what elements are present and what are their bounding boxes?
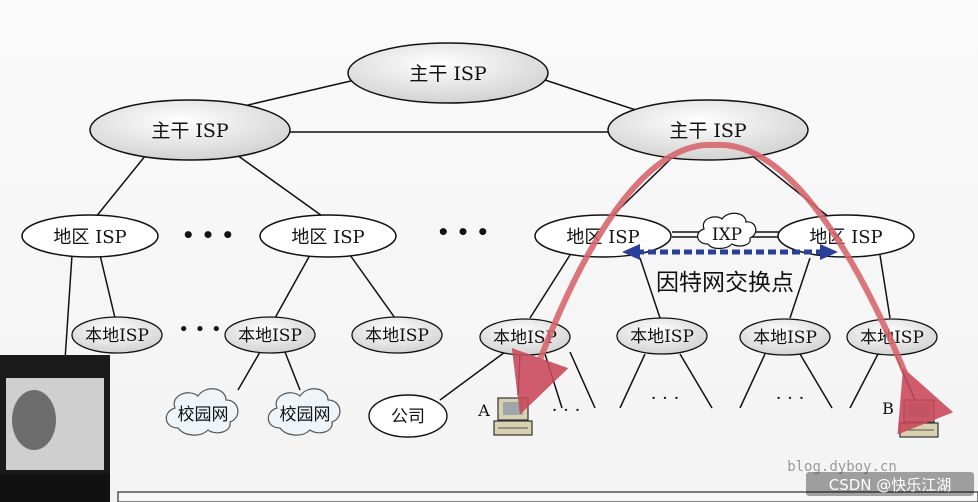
backbone-isp-right: 主干 ISP (607, 99, 809, 161)
campus-network-label: 校园网 (280, 405, 331, 425)
campus-network-label: 校园网 (178, 405, 229, 425)
ellipsis: • • • (437, 220, 489, 244)
host-a-computer-icon (493, 397, 533, 436)
host-b-label: B (882, 399, 894, 418)
diagram-canvas: 主干 ISP 主干 ISP 主干 ISP 地区 ISP 地区 ISP 地区 IS… (0, 42, 978, 502)
backbone-isp-label: 主干 ISP (409, 63, 487, 85)
local-isp-6: 本地ISP (739, 318, 831, 356)
local-isp-label: 本地ISP (630, 327, 694, 347)
isp-hierarchy-diagram: 主干 ISP 主干 ISP 主干 ISP 地区 ISP 地区 ISP 地区 IS… (0, 0, 978, 502)
host-b-computer-icon (899, 399, 939, 438)
regional-isp-label: 地区 ISP (53, 227, 126, 248)
local-isp-1: 本地ISP (71, 316, 163, 354)
local-isp-5: 本地ISP (616, 317, 708, 355)
ellipsis: • • • (182, 223, 234, 247)
local-isp-label: 本地ISP (85, 326, 149, 346)
regional-isp-1: 地区 ISP (21, 214, 159, 258)
backbone-isp-label: 主干 ISP (151, 120, 229, 142)
backbone-isp-label: 主干 ISP (669, 120, 747, 142)
backbone-isp-left: 主干 ISP (89, 99, 291, 161)
backbone-isp-top: 主干 ISP (347, 42, 549, 104)
company-node: 公司 (368, 394, 448, 438)
regional-isp-2: 地区 ISP (259, 214, 397, 258)
presenter-video-overlay (0, 355, 110, 502)
local-isp-label: 本地ISP (753, 328, 817, 348)
ellipsis: · · · (552, 400, 581, 421)
host-a-label: A (477, 401, 490, 420)
local-isp-label: 本地ISP (365, 326, 429, 346)
ellipsis: • • • (178, 319, 221, 340)
ixp-cloud: IXP (697, 212, 757, 250)
ellipsis: · · · (776, 388, 805, 409)
route-arrow (511, 141, 954, 435)
local-isp-3: 本地ISP (351, 316, 443, 354)
company-label: 公司 (391, 407, 425, 427)
ixp-caption: 因特网交换点 (656, 270, 794, 296)
local-isp-label: 本地ISP (238, 326, 302, 346)
ixp-label: IXP (712, 225, 742, 245)
local-isp-2: 本地ISP (224, 316, 316, 354)
regional-isp-label: 地区 ISP (291, 227, 364, 248)
campus-network-2: 校园网 (267, 388, 341, 436)
csdn-watermark: CSDN @快乐江湖 (829, 476, 952, 494)
campus-network-1: 校园网 (165, 388, 239, 436)
ellipsis: · · · (651, 388, 680, 409)
